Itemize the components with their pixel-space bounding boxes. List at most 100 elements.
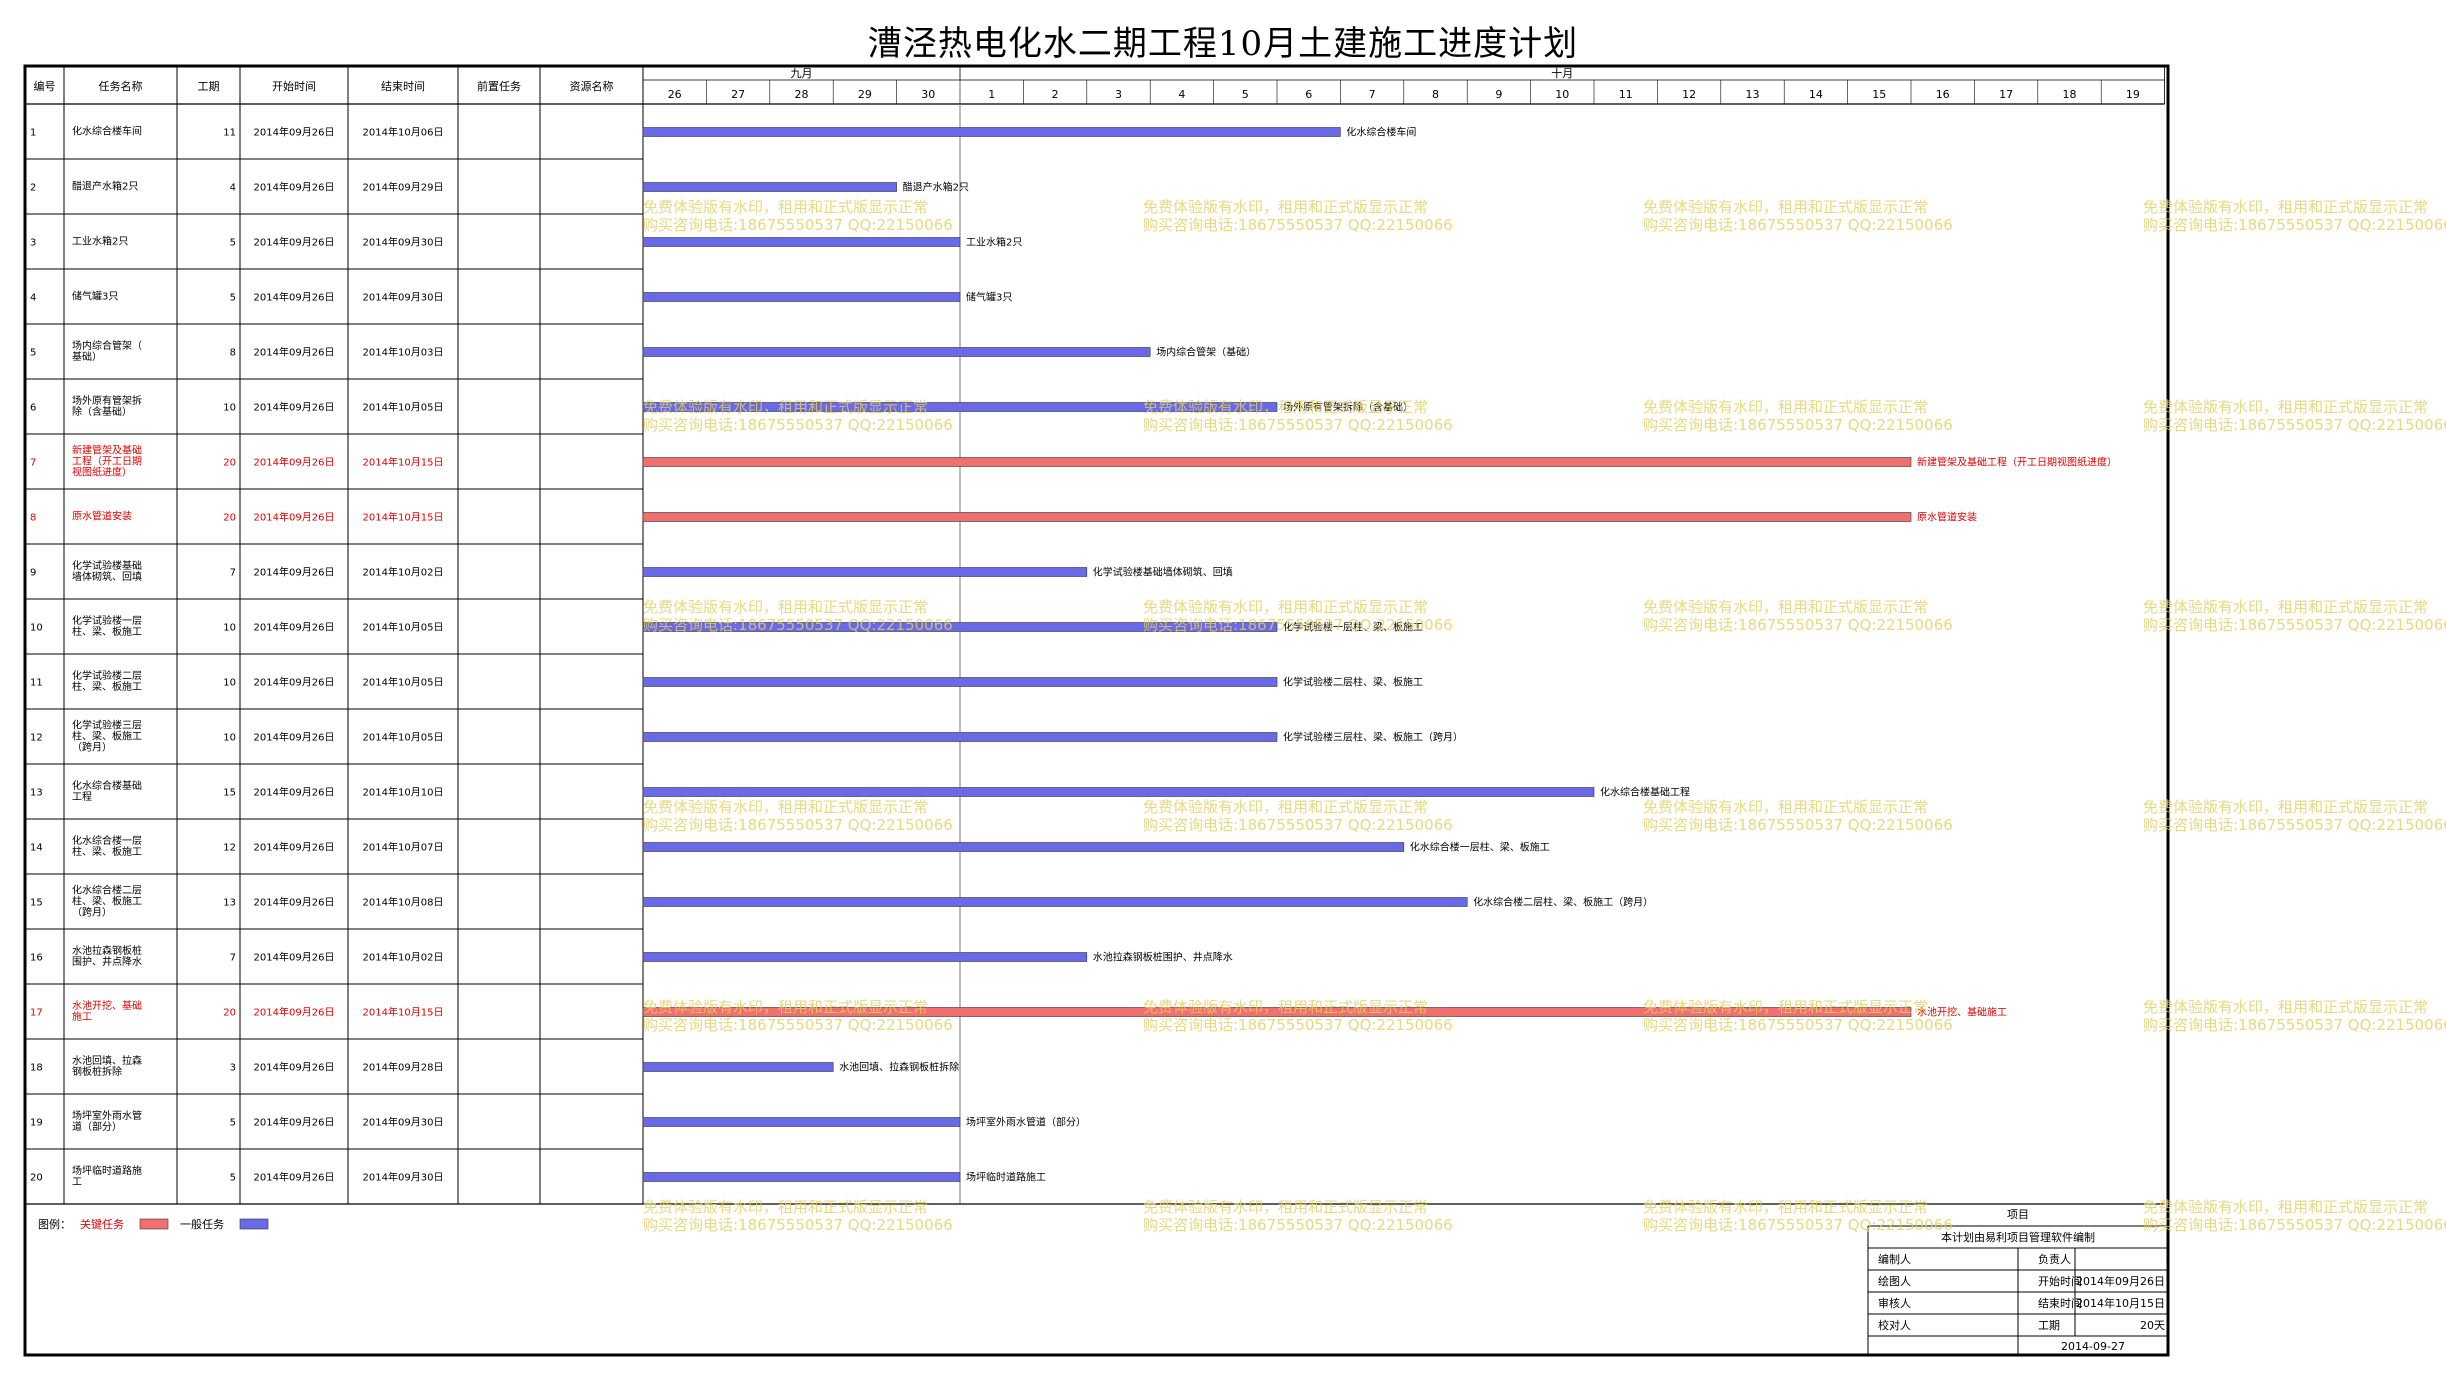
header-0: 编号 — [34, 79, 56, 93]
task-id: 20 — [30, 1173, 43, 1184]
header-5: 前置任务 — [477, 79, 521, 93]
day-label: 6 — [1305, 88, 1312, 101]
watermark-line2: 购买咨询电话:18675550537 QQ:22150066 — [643, 1016, 953, 1034]
task-duration: 12 — [223, 843, 236, 854]
info-value: 20天 — [2140, 1319, 2165, 1332]
task-name: 柱、梁、板施工 — [72, 730, 142, 743]
task-duration: 5 — [230, 293, 236, 304]
task-start: 2014年09月26日 — [254, 1006, 335, 1019]
task-id: 15 — [30, 898, 43, 909]
watermark-line2: 购买咨询电话:18675550537 QQ:22150066 — [1643, 1016, 1953, 1034]
task-name: 视图纸进度） — [72, 466, 132, 479]
task-end: 2014年10月15日 — [363, 511, 444, 524]
day-label: 16 — [1936, 88, 1950, 101]
task-start: 2014年09月26日 — [254, 126, 335, 139]
watermark-line2: 购买咨询电话:18675550537 QQ:22150066 — [1143, 1016, 1453, 1034]
watermark-text: 免费体验版有水印，租用和正式版显示正常 购买咨询电话:18675550537 QQ… — [1143, 998, 1453, 1034]
task-name: （跨月） — [72, 907, 112, 919]
watermark-line1: 免费体验版有水印，租用和正式版显示正常 — [1643, 198, 1929, 216]
task-name: 除（含基础） — [72, 405, 132, 418]
watermark-text: 免费体验版有水印，租用和正式版显示正常 购买咨询电话:18675550537 QQ… — [1643, 798, 1953, 834]
task-start: 2014年09月26日 — [254, 1171, 335, 1184]
task-duration: 20 — [223, 1008, 236, 1019]
task-end: 2014年10月02日 — [363, 566, 444, 579]
task-start: 2014年09月26日 — [254, 346, 335, 359]
bar-label: 化水综合楼二层柱、梁、板施工（跨月） — [1473, 896, 1653, 909]
header-3: 开始时间 — [272, 79, 316, 93]
task-bar — [642, 1062, 834, 1072]
task-duration: 5 — [230, 238, 236, 249]
task-name: 场坪临时道路施 — [72, 1164, 142, 1177]
watermark-line1: 免费体验版有水印，租用和正式版显示正常 — [1643, 1198, 1929, 1216]
task-name: 工业水箱2只 — [72, 235, 128, 248]
task-start: 2014年09月26日 — [254, 181, 335, 194]
task-duration: 3 — [230, 1063, 236, 1074]
watermark-text: 免费体验版有水印，租用和正式版显示正常 购买咨询电话:18675550537 QQ… — [1643, 998, 1953, 1034]
task-name: 柱、梁、板施工 — [72, 625, 142, 638]
watermark-line2: 购买咨询电话:18675550537 QQ:22150066 — [2143, 816, 2446, 834]
task-end: 2014年10月15日 — [363, 456, 444, 469]
watermark-line1: 免费体验版有水印，租用和正式版显示正常 — [1143, 1198, 1429, 1216]
task-start: 2014年09月26日 — [254, 401, 335, 414]
watermark-text: 免费体验版有水印，租用和正式版显示正常 购买咨询电话:18675550537 QQ… — [1143, 1198, 1453, 1234]
watermark-line2: 购买咨询电话:18675550537 QQ:22150066 — [643, 616, 953, 634]
day-label: 3 — [1115, 88, 1122, 101]
task-end: 2014年10月05日 — [363, 621, 444, 634]
watermark-line2: 购买咨询电话:18675550537 QQ:22150066 — [1643, 416, 1953, 434]
task-id: 18 — [30, 1063, 43, 1074]
task-end: 2014年10月07日 — [363, 841, 444, 854]
info-value: 2014年09月26日 — [2076, 1274, 2165, 1288]
day-label: 28 — [795, 88, 809, 101]
bar-label: 场坪临时道路施工 — [966, 1171, 1046, 1184]
watermark-line1: 免费体验版有水印，租用和正式版显示正常 — [2143, 598, 2429, 616]
task-name: 钢板桩拆除 — [72, 1065, 122, 1078]
watermark-line1: 免费体验版有水印，租用和正式版显示正常 — [643, 1198, 929, 1216]
task-id: 16 — [30, 953, 43, 964]
info-left-label: 校对人 — [1878, 1318, 1911, 1332]
task-name: 化水综合楼基础 — [72, 779, 142, 792]
task-name: 场内综合管架（ — [72, 339, 142, 352]
task-name: 柱、梁、板施工 — [72, 895, 142, 908]
task-start: 2014年09月26日 — [254, 731, 335, 744]
task-id: 6 — [30, 403, 36, 414]
watermark-line2: 购买咨询电话:18675550537 QQ:22150066 — [2143, 1016, 2446, 1034]
task-start: 2014年09月26日 — [254, 951, 335, 964]
info-value: 2014年10月15日 — [2076, 1296, 2165, 1310]
task-name: 原水管道安装 — [72, 510, 132, 523]
bar-label: 化水综合楼车间 — [1346, 126, 1416, 139]
day-label: 8 — [1432, 88, 1439, 101]
bar-label: 储气罐3只 — [966, 291, 1012, 304]
task-name: 化学试验楼二层 — [72, 669, 142, 682]
task-name: 化学试验楼三层 — [72, 719, 142, 732]
info-left-label: 编制人 — [1878, 1252, 1911, 1266]
task-name: 化学试验楼一层 — [72, 614, 142, 627]
task-end: 2014年10月06日 — [363, 126, 444, 139]
watermark-line1: 免费体验版有水印，租用和正式版显示正常 — [2143, 198, 2429, 216]
task-bar — [642, 897, 1468, 907]
task-id: 5 — [30, 348, 36, 359]
watermark-line2: 购买咨询电话:18675550537 QQ:22150066 — [1143, 816, 1453, 834]
day-label: 10 — [1555, 88, 1569, 101]
header-4: 结束时间 — [381, 80, 425, 93]
task-start: 2014年09月26日 — [254, 511, 335, 524]
bar-label: 化学试验楼三层柱、梁、板施工（跨月） — [1283, 731, 1463, 744]
day-label: 12 — [1682, 88, 1696, 101]
task-duration: 10 — [223, 403, 236, 414]
watermark-line1: 免费体验版有水印，租用和正式版显示正常 — [643, 798, 929, 816]
task-duration: 10 — [223, 733, 236, 744]
bar-label: 新建管架及基础工程（开工日期视图纸进度） — [1917, 456, 2117, 469]
task-name: 柱、梁、板施工 — [72, 680, 142, 693]
task-name: 墙体砌筑、回填 — [72, 570, 142, 583]
task-bar — [642, 1117, 961, 1127]
task-bar — [642, 732, 1278, 742]
task-duration: 5 — [230, 1173, 236, 1184]
watermark-text: 免费体验版有水印，租用和正式版显示正常 购买咨询电话:18675550537 QQ… — [643, 398, 953, 434]
task-name: 化水综合楼二层 — [72, 884, 142, 897]
watermark-line1: 免费体验版有水印，租用和正式版显示正常 — [2143, 1198, 2429, 1216]
watermark-text: 免费体验版有水印，租用和正式版显示正常 购买咨询电话:18675550537 QQ… — [643, 998, 953, 1034]
watermark-text: 免费体验版有水印，租用和正式版显示正常 购买咨询电话:18675550537 QQ… — [643, 1198, 953, 1234]
day-label: 13 — [1746, 88, 1760, 101]
task-bar — [642, 237, 961, 247]
watermark-line1: 免费体验版有水印，租用和正式版显示正常 — [1143, 798, 1429, 816]
task-name: 场坪室外雨水管 — [72, 1109, 142, 1122]
